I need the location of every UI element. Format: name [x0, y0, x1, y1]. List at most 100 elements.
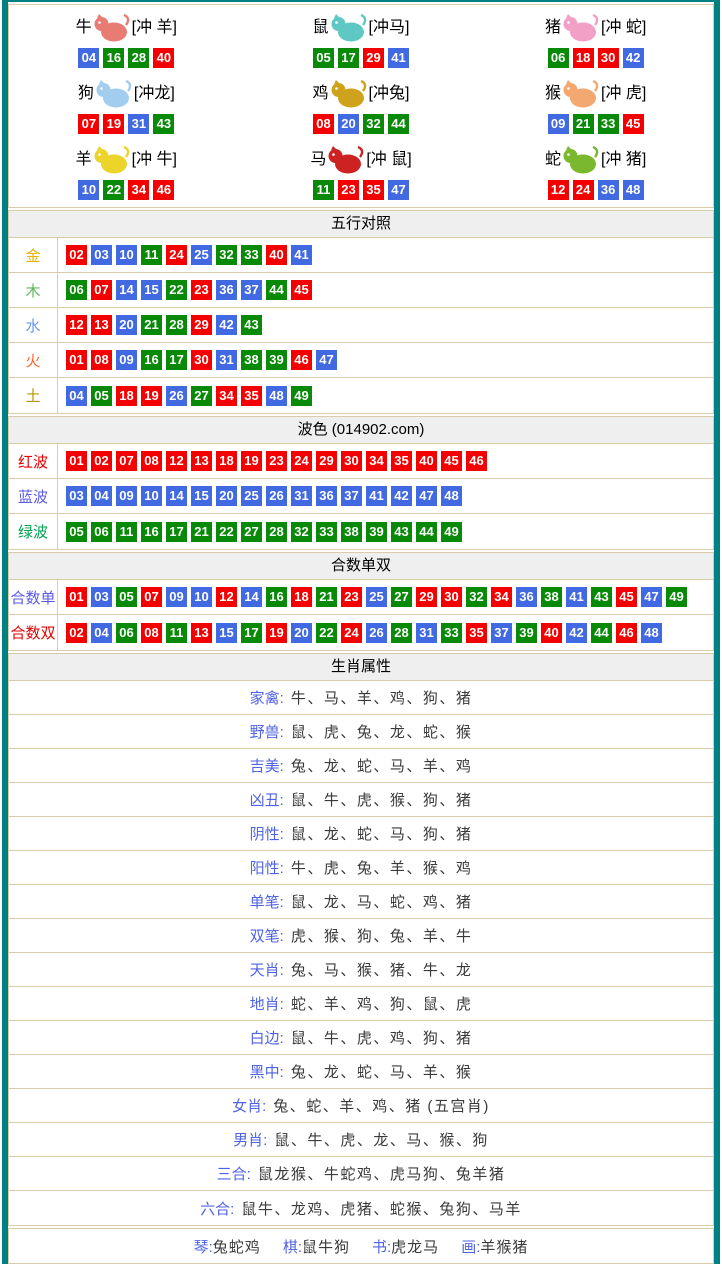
number-badge: 43: [241, 315, 262, 335]
number-badge: 09: [166, 587, 187, 607]
number-badge: 23: [191, 280, 212, 300]
number-badge: 05: [66, 522, 87, 542]
wave-color-rows: 红波0102070812131819232429303435404546蓝波03…: [9, 444, 713, 549]
number-badge: 28: [391, 623, 412, 643]
row-label-sum-odd: 合数单: [9, 580, 58, 614]
arts-label: 棋:: [283, 1236, 302, 1257]
zodiac-clash-table: 牛[冲 羊]04162840鼠[冲马]05172941猪[冲 蛇]0618304…: [8, 4, 714, 208]
zodiac-numbers: 06183042: [548, 48, 644, 68]
number-badge: 24: [341, 623, 362, 643]
dog-image: [95, 78, 133, 109]
attribute-value: 牛、虎、兔、羊、猴、鸡: [291, 857, 473, 878]
attribute-row-sky: 天肖:兔、马、猴、猪、牛、龙: [9, 953, 713, 987]
number-badge: 35: [363, 180, 384, 200]
number-badge: 37: [491, 623, 512, 643]
attribute-row-yin: 阴性:鼠、龙、蛇、马、狗、猪: [9, 817, 713, 851]
row-label-gold: 金: [9, 238, 58, 272]
number-badge: 47: [316, 350, 337, 370]
number-badge: 21: [141, 315, 162, 335]
arts-part-hua: 画:羊猴猪: [461, 1236, 528, 1257]
number-badge: 04: [66, 386, 87, 406]
number-badge: 24: [291, 451, 312, 471]
zodiac-clash-label: [冲 猪]: [601, 152, 646, 168]
number-badge: 35: [466, 623, 487, 643]
number-badge: 07: [141, 587, 162, 607]
zodiac-attributes-table: 生肖属性 家禽:牛、马、羊、鸡、狗、猪野兽:鼠、虎、兔、龙、蛇、猴吉美:兔、龙、…: [8, 653, 714, 1226]
number-row-red-wave: 红波0102070812131819232429303435404546: [9, 444, 713, 479]
attribute-row-black-center: 黑中:兔、龙、蛇、马、羊、猴: [9, 1055, 713, 1089]
number-badge: 07: [78, 114, 99, 134]
number-badge: 35: [391, 451, 412, 471]
attribute-row-three-harmony: 三合:鼠龙猴、牛蛇鸡、虎马狗、兔羊猪: [9, 1157, 713, 1191]
number-badge: 45: [616, 587, 637, 607]
zodiac-numbers: 05172941: [313, 48, 409, 68]
attribute-value: 鼠、虎、兔、龙、蛇、猴: [291, 721, 473, 742]
zodiac-numbers: 12243648: [548, 180, 644, 200]
attribute-value: 虎、猴、狗、兔、羊、牛: [291, 925, 473, 946]
zodiac-title-rat: 鼠[冲马]: [313, 12, 410, 43]
attribute-row-six-harmony: 六合:鼠牛、龙鸡、虎猪、蛇猴、兔狗、马羊: [9, 1191, 713, 1225]
number-badge: 40: [416, 451, 437, 471]
number-badge: 22: [316, 623, 337, 643]
number-badge: 44: [266, 280, 287, 300]
five-elements-table: 五行对照 金02031011242532334041木0607141522233…: [8, 210, 714, 414]
number-badge: 02: [66, 623, 87, 643]
number-badge: 37: [241, 280, 262, 300]
number-badge: 48: [441, 486, 462, 506]
number-badge: 16: [141, 522, 162, 542]
zodiac-numbers: 10223446: [78, 180, 174, 200]
zodiac-cell-snake: 蛇[冲 猪]12243648: [478, 139, 713, 205]
number-badge: 18: [216, 451, 237, 471]
pig-image: [562, 12, 600, 43]
number-badge: 49: [666, 587, 687, 607]
number-badge: 25: [366, 587, 387, 607]
wave-color-table: 波色 (014902.com) 红波0102070812131819232429…: [8, 416, 714, 550]
number-badge: 31: [291, 486, 312, 506]
number-badge: 47: [416, 486, 437, 506]
zodiac-attributes-header: 生肖属性: [9, 654, 713, 681]
number-badge: 13: [91, 315, 112, 335]
attribute-row-white-edge: 白边:鼠、牛、虎、鸡、狗、猪: [9, 1021, 713, 1055]
number-row-blue-wave: 蓝波03040910141520252631363741424748: [9, 479, 713, 514]
attribute-value: 鼠、龙、马、蛇、鸡、猪: [291, 891, 473, 912]
number-badge: 19: [266, 623, 287, 643]
row-numbers: 0204060811131517192022242628313335373940…: [58, 615, 662, 650]
arts-label: 琴:: [194, 1236, 213, 1257]
number-badge: 14: [241, 587, 262, 607]
arts-value: 鼠牛狗: [302, 1236, 350, 1257]
five-elements-rows: 金02031011242532334041木060714152223363744…: [9, 238, 713, 413]
number-badge: 46: [616, 623, 637, 643]
number-badge: 21: [573, 114, 594, 134]
row-numbers: 05061116172122272832333839434449: [58, 514, 462, 549]
number-badge: 36: [598, 180, 619, 200]
number-badge: 17: [338, 48, 359, 68]
zodiac-numbers: 08203244: [313, 114, 409, 134]
attribute-row-auspicious: 吉美:兔、龙、蛇、马、羊、鸡: [9, 749, 713, 783]
snake-image: [562, 144, 600, 175]
number-badge: 19: [141, 386, 162, 406]
number-badge: 20: [216, 486, 237, 506]
attribute-value: 兔、龙、蛇、马、羊、鸡: [291, 755, 473, 776]
number-badge: 22: [103, 180, 124, 200]
number-badge: 26: [266, 486, 287, 506]
number-row-gold: 金02031011242532334041: [9, 238, 713, 273]
attribute-label: 天肖:: [250, 959, 284, 980]
number-badge: 48: [623, 180, 644, 200]
number-badge: 07: [91, 280, 112, 300]
number-badge: 31: [216, 350, 237, 370]
number-badge: 27: [241, 522, 262, 542]
attribute-value: 鼠、牛、虎、鸡、狗、猪: [291, 1027, 473, 1048]
row-numbers: 1213202128294243: [58, 308, 262, 342]
number-badge: 18: [573, 48, 594, 68]
row-label-green-wave: 绿波: [9, 514, 58, 549]
number-badge: 27: [191, 386, 212, 406]
number-badge: 39: [266, 350, 287, 370]
number-badge: 27: [391, 587, 412, 607]
number-badge: 01: [66, 451, 87, 471]
number-badge: 11: [313, 180, 334, 200]
number-badge: 24: [573, 180, 594, 200]
arts-zodiac-row: 琴:兔蛇鸡棋:鼠牛狗书:虎龙马画:羊猴猪: [9, 1229, 713, 1263]
number-badge: 32: [216, 245, 237, 265]
attribute-value: 兔、蛇、羊、鸡、猪 (五宫肖): [273, 1095, 490, 1116]
number-badge: 09: [116, 350, 137, 370]
